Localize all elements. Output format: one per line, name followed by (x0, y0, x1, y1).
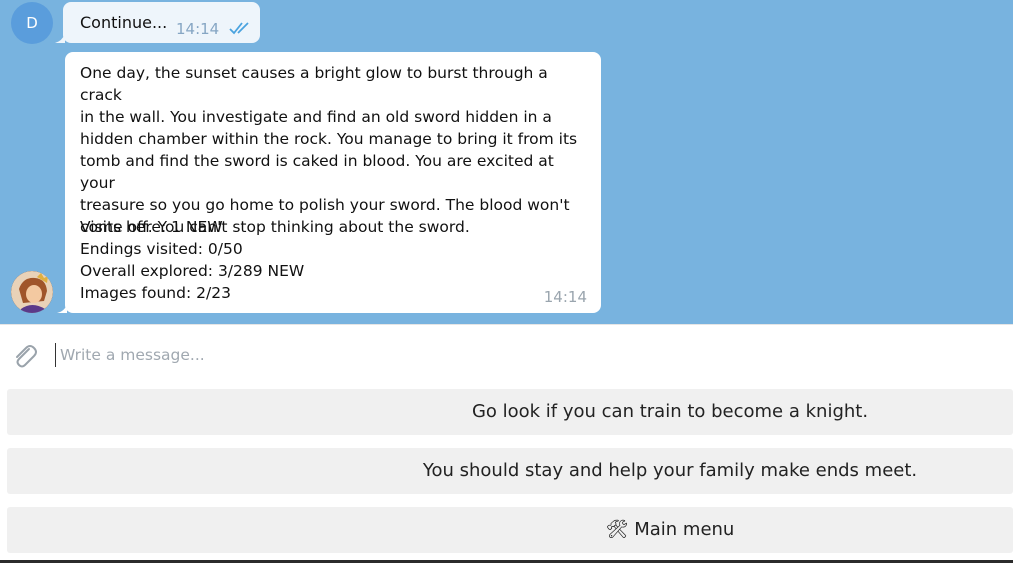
outgoing-message-bubble[interactable]: Continue... 14:14 (63, 2, 260, 43)
user-avatar[interactable]: D (11, 2, 53, 44)
stat-visits: Visits here: 1 NEW (80, 218, 223, 236)
stat-images: Images found: 2/23 (80, 284, 231, 302)
stat-endings: Endings visited: 0/50 (80, 240, 243, 258)
stats-block: Visits here: 1 NEW Endings visited: 0/50… (80, 216, 480, 304)
reply-button-label: You should stay and help your family mak… (422, 460, 918, 481)
incoming-message-time: 14:14 (543, 288, 587, 306)
reply-button-train-knight[interactable]: Go look if you can train to become a kni… (7, 389, 1013, 435)
chat-history[interactable]: D Continue... 14:14 One day, the sunset … (0, 0, 1013, 324)
message-input[interactable] (55, 343, 955, 367)
paperclip-icon[interactable] (10, 341, 38, 369)
double-check-icon (229, 22, 249, 35)
message-composer (0, 324, 1013, 382)
story-text: One day, the sunset causes a bright glow… (80, 64, 578, 236)
incoming-message-bubble[interactable]: One day, the sunset causes a bright glow… (65, 52, 601, 313)
outgoing-message-text: Continue... (80, 13, 168, 32)
reply-button-main-menu[interactable]: 🛠 Main menu (7, 507, 1013, 553)
bot-avatar[interactable] (11, 271, 53, 313)
reply-button-stay-help-family[interactable]: You should stay and help your family mak… (7, 448, 1013, 494)
telegram-chat-window: D Continue... 14:14 One day, the sunset … (0, 0, 1013, 563)
avatar-letter: D (26, 14, 38, 32)
knight-portrait-icon (11, 271, 53, 313)
stat-explored: Overall explored: 3/289 NEW (80, 262, 305, 280)
reply-button-label: 🛠 Main menu (605, 519, 735, 540)
outgoing-message-time: 14:14 (176, 20, 220, 38)
reply-button-label: Go look if you can train to become a kni… (471, 401, 869, 422)
